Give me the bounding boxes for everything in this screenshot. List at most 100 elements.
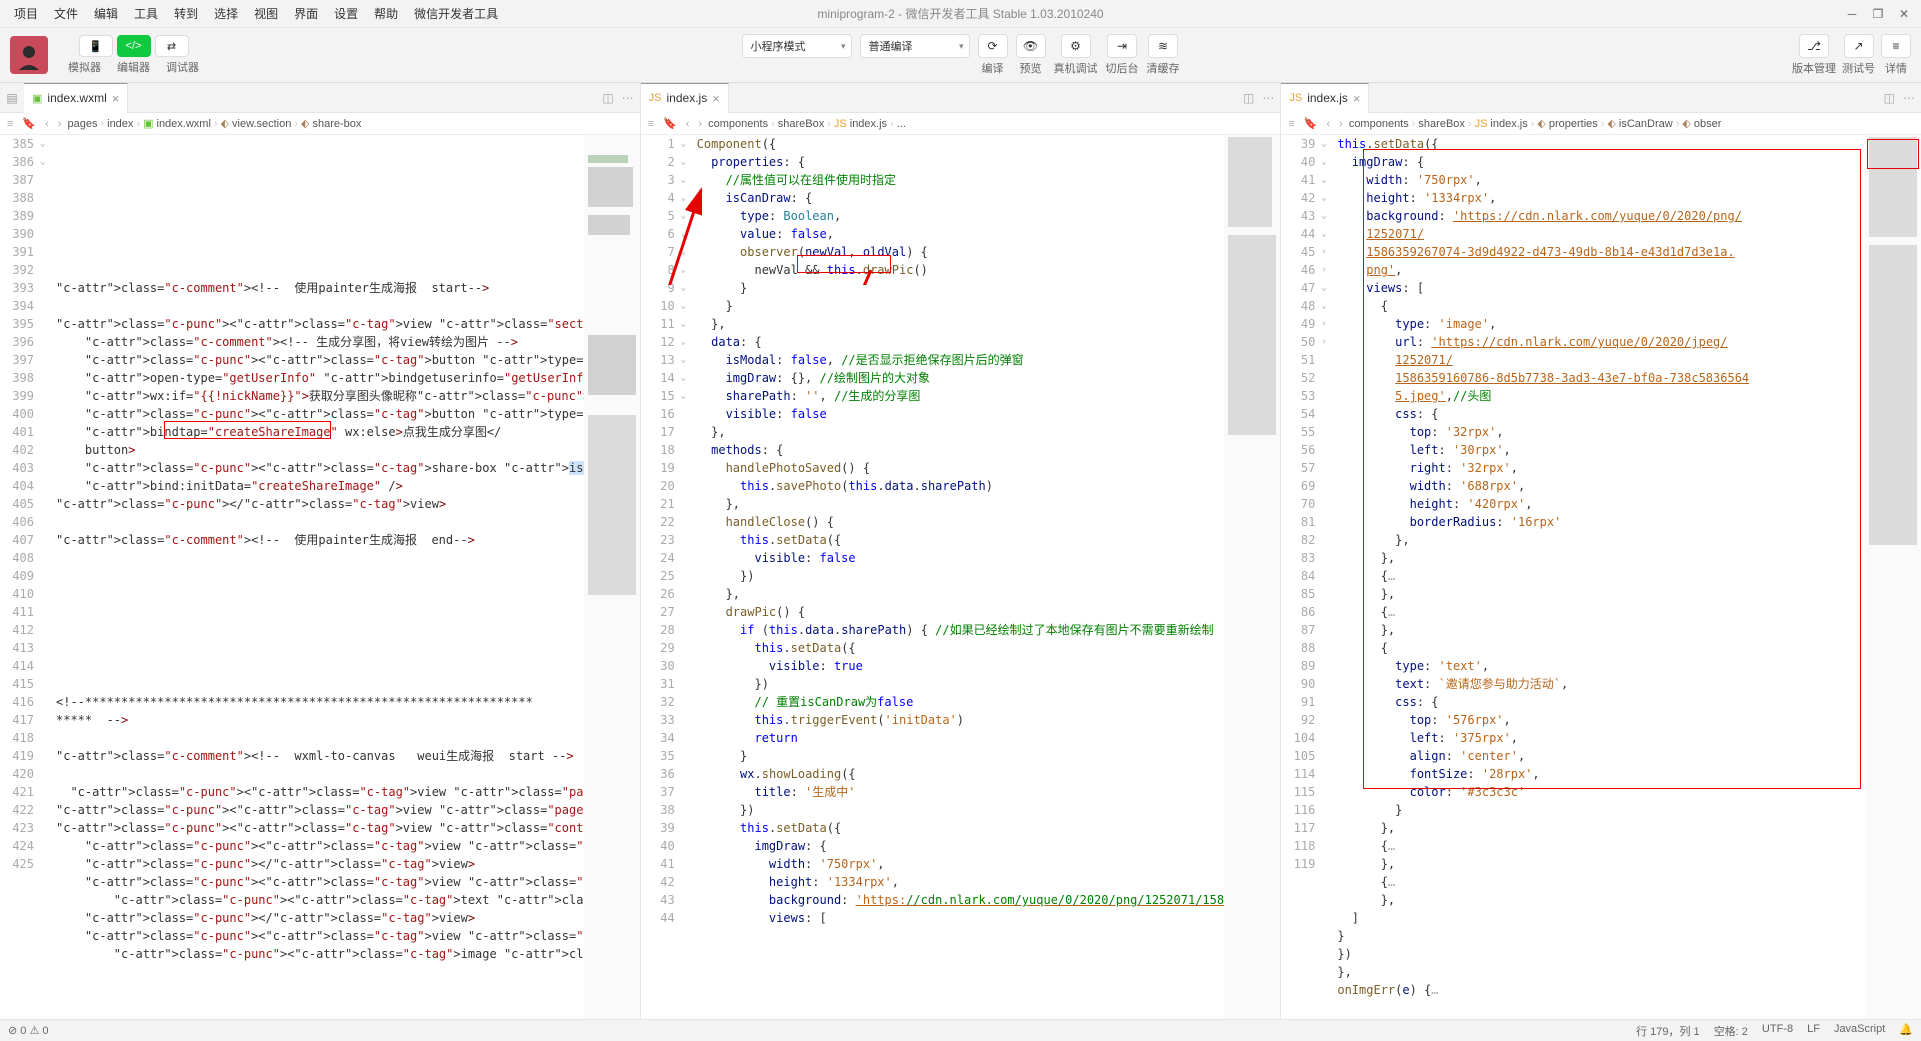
more-icon[interactable]: ⋯ bbox=[1262, 91, 1274, 105]
version-button[interactable]: ⎇ bbox=[1799, 34, 1829, 58]
mode-dropdown[interactable]: 小程序模式 bbox=[742, 34, 852, 58]
line-gutter: 3940414243444546474849505152535455565769… bbox=[1281, 135, 1321, 1019]
compile-dropdown[interactable]: 普通编译 bbox=[860, 34, 970, 58]
menu-ui[interactable]: 界面 bbox=[286, 2, 326, 25]
bookmark-icon[interactable]: 🔖 bbox=[1301, 117, 1321, 130]
details-label: 详情 bbox=[1885, 60, 1907, 76]
menu-goto[interactable]: 转到 bbox=[166, 2, 206, 25]
more-icon[interactable]: ⋯ bbox=[622, 91, 634, 105]
minimap[interactable] bbox=[584, 135, 640, 1019]
code-content[interactable]: this.setData({ imgDraw: { width: '750rpx… bbox=[1335, 135, 1865, 1019]
bc-item[interactable]: pages bbox=[67, 118, 97, 130]
code-content[interactable]: "c-attr">class="c-comment"><!-- 使用painte… bbox=[54, 135, 584, 1019]
code-area-2[interactable]: 1234567891011121314151617181920212223242… bbox=[641, 135, 1281, 1019]
status-bar: ⊘ 0 ⚠ 0 行 179，列 1 空格: 2 UTF-8 LF JavaScr… bbox=[0, 1019, 1921, 1041]
menu-edit[interactable]: 编辑 bbox=[86, 2, 126, 25]
close-tab-icon[interactable]: × bbox=[112, 91, 120, 106]
maximize-button[interactable]: ❐ bbox=[1869, 7, 1887, 21]
clear-cache-button[interactable]: ≋ bbox=[1148, 34, 1178, 58]
list-icon[interactable]: ≡ bbox=[645, 118, 657, 130]
background-button[interactable]: ⇥ bbox=[1107, 34, 1137, 58]
minimize-button[interactable]: ─ bbox=[1843, 7, 1861, 21]
fold-gutter[interactable]: ⌄⌄⌄⌄⌄⌄››⌄⌄›› bbox=[1321, 135, 1335, 1019]
compile-button[interactable]: ⟳ bbox=[978, 34, 1008, 58]
menu-settings[interactable]: 设置 bbox=[326, 2, 366, 25]
bc-item[interactable]: index.wxml bbox=[157, 118, 211, 130]
notifications-icon[interactable]: 🔔 bbox=[1899, 1023, 1913, 1039]
bc-item[interactable]: shareBox bbox=[778, 118, 824, 130]
back-icon[interactable]: ‹ bbox=[42, 118, 52, 130]
menu-project[interactable]: 项目 bbox=[6, 2, 46, 25]
forward-icon[interactable]: › bbox=[695, 118, 705, 130]
debugger-button[interactable]: ⇄ bbox=[155, 35, 189, 57]
remote-debug-label: 真机调试 bbox=[1054, 60, 1098, 76]
bc-item[interactable]: components bbox=[1349, 118, 1409, 130]
menu-select[interactable]: 选择 bbox=[206, 2, 246, 25]
list-icon[interactable]: ≡ bbox=[1285, 118, 1297, 130]
menu-file[interactable]: 文件 bbox=[46, 2, 86, 25]
problems-count[interactable]: ⊘ 0 ⚠ 0 bbox=[8, 1024, 48, 1037]
explorer-icon[interactable]: ▤ bbox=[0, 91, 24, 105]
test-account-button[interactable]: ↗ bbox=[1844, 34, 1874, 58]
bc-item[interactable]: shareBox bbox=[1418, 118, 1464, 130]
line-gutter: 3853863873883893903913923933943953963973… bbox=[0, 135, 40, 1019]
language-mode[interactable]: JavaScript bbox=[1834, 1023, 1885, 1039]
bookmark-icon[interactable]: 🔖 bbox=[660, 117, 680, 130]
preview-button[interactable]: 👁 bbox=[1016, 34, 1046, 58]
minimap[interactable] bbox=[1224, 135, 1280, 1019]
back-icon[interactable]: ‹ bbox=[683, 118, 693, 130]
bc-item[interactable]: view.section bbox=[232, 118, 291, 130]
tab-bar-2: JS index.js × ◫ ⋯ bbox=[641, 83, 1281, 113]
back-icon[interactable]: ‹ bbox=[1323, 118, 1333, 130]
remote-debug-button[interactable]: ⚙ bbox=[1061, 34, 1091, 58]
minimap[interactable] bbox=[1865, 135, 1921, 1019]
close-tab-icon[interactable]: × bbox=[1353, 91, 1361, 106]
forward-icon[interactable]: › bbox=[1336, 118, 1346, 130]
menu-help[interactable]: 帮助 bbox=[366, 2, 406, 25]
bookmark-icon[interactable]: 🔖 bbox=[19, 117, 39, 130]
menu-devtools[interactable]: 微信开发者工具 bbox=[406, 2, 506, 25]
split-editor-icon[interactable]: ◫ bbox=[1243, 91, 1254, 105]
bc-item[interactable]: ... bbox=[897, 118, 906, 130]
list-icon[interactable]: ≡ bbox=[4, 118, 16, 130]
bc-item[interactable]: index.js bbox=[850, 118, 887, 130]
tab-index-wxml[interactable]: ▣ index.wxml × bbox=[24, 83, 128, 113]
fold-gutter[interactable]: ⌄⌄⌄⌄⌄⌄⌄⌄⌄⌄⌄⌄⌄⌄⌄ bbox=[681, 135, 695, 1019]
editor-button[interactable]: </> bbox=[117, 35, 151, 57]
bc-item[interactable]: index.js bbox=[1490, 118, 1527, 130]
simulator-label: 模拟器 bbox=[68, 59, 101, 75]
tab-index-js-3[interactable]: JS index.js × bbox=[1281, 83, 1369, 113]
menu-tools[interactable]: 工具 bbox=[126, 2, 166, 25]
bc-item[interactable]: index bbox=[107, 118, 133, 130]
close-window-button[interactable]: ✕ bbox=[1895, 7, 1913, 21]
bc-item[interactable]: properties bbox=[1549, 118, 1598, 130]
simulator-button[interactable]: 📱 bbox=[79, 35, 113, 57]
bc-item[interactable]: components bbox=[708, 118, 768, 130]
eol[interactable]: LF bbox=[1807, 1023, 1820, 1039]
forward-icon[interactable]: › bbox=[55, 118, 65, 130]
code-area-3[interactable]: 3940414243444546474849505152535455565769… bbox=[1281, 135, 1921, 1019]
wxml-file-icon: ▣ bbox=[32, 92, 42, 105]
bc-item[interactable]: obser bbox=[1694, 118, 1722, 130]
tab-index-js-2[interactable]: JS index.js × bbox=[641, 83, 729, 113]
split-editor-icon[interactable]: ◫ bbox=[602, 91, 613, 105]
user-avatar[interactable] bbox=[10, 36, 48, 74]
toolbar: 📱 </> ⇄ 模拟器 编辑器 调试器 小程序模式 普通编译 ⟳编译 👁预览 ⚙… bbox=[0, 28, 1921, 83]
encoding[interactable]: UTF-8 bbox=[1762, 1023, 1793, 1039]
menu-view[interactable]: 视图 bbox=[246, 2, 286, 25]
bc-item[interactable]: share-box bbox=[313, 118, 362, 130]
fold-gutter[interactable]: ⌄⌄ bbox=[40, 135, 54, 1019]
background-label: 切后台 bbox=[1106, 60, 1139, 76]
js-file-icon: JS bbox=[834, 118, 847, 130]
details-button[interactable]: ≡ bbox=[1881, 34, 1911, 58]
code-area-1[interactable]: 3853863873883893903913923933943953963973… bbox=[0, 135, 640, 1019]
tab-label: index.wxml bbox=[47, 91, 106, 105]
close-tab-icon[interactable]: × bbox=[712, 91, 720, 106]
cursor-position[interactable]: 行 179，列 1 bbox=[1636, 1023, 1700, 1039]
more-icon[interactable]: ⋯ bbox=[1903, 91, 1915, 105]
bc-item[interactable]: isCanDraw bbox=[1619, 118, 1673, 130]
code-content[interactable]: Component({ properties: { //属性值可以在组件使用时指… bbox=[695, 135, 1225, 1019]
indent-setting[interactable]: 空格: 2 bbox=[1714, 1023, 1748, 1039]
window-title: miniprogram-2 - 微信开发者工具 Stable 1.03.2010… bbox=[817, 5, 1103, 22]
split-editor-icon[interactable]: ◫ bbox=[1884, 91, 1895, 105]
